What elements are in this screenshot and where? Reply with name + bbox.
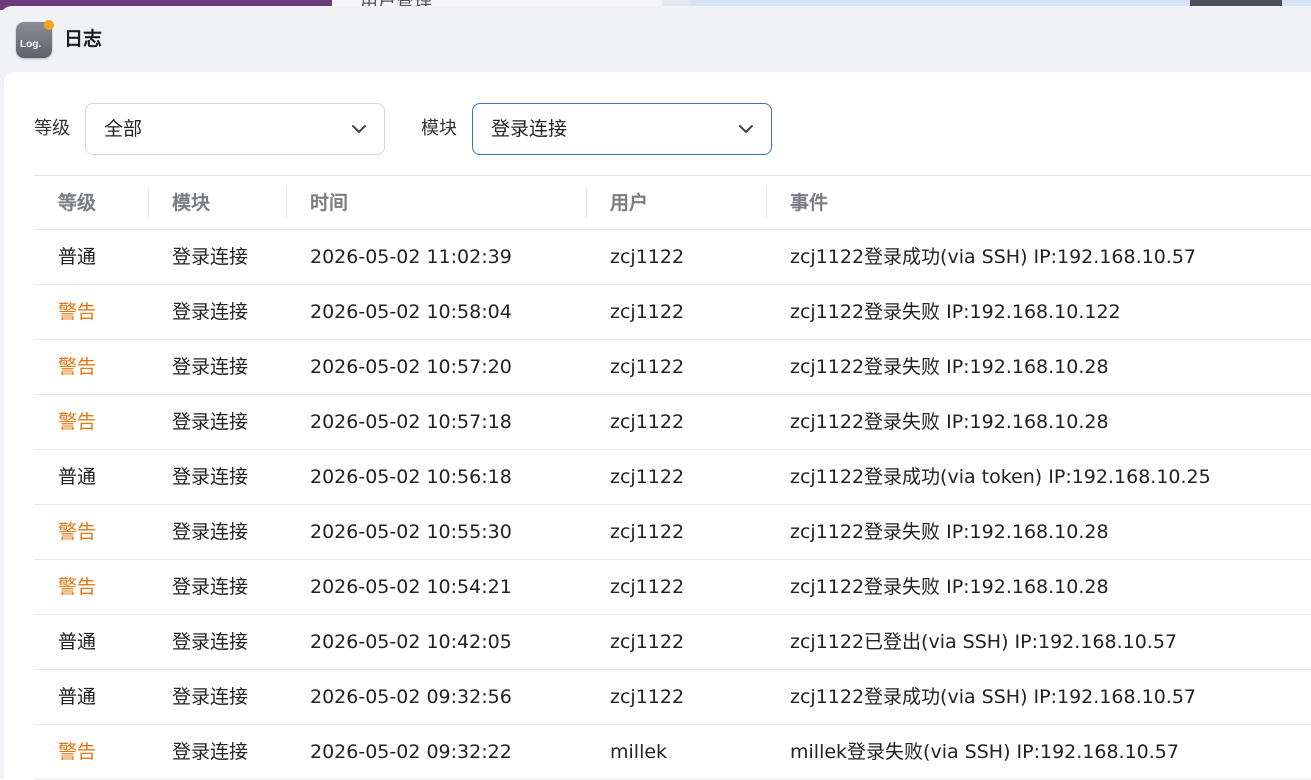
level-filter-label: 等级 [34, 118, 70, 139]
chevron-down-icon [739, 125, 753, 133]
row-module: 登录连接 [172, 246, 249, 268]
header-level[interactable]: 等级 [58, 176, 96, 230]
row-module: 登录连接 [172, 686, 249, 708]
row-time: 2026-05-02 09:32:22 [310, 741, 512, 763]
row-event: zcj1122登录失败 IP:192.168.10.28 [790, 576, 1109, 598]
column-divider[interactable] [148, 188, 149, 218]
table-header: 等级 模块 时间 用户 事件 [34, 175, 1311, 230]
row-event: zcj1122登录成功(via SSH) IP:192.168.10.57 [790, 246, 1196, 268]
column-divider[interactable] [286, 188, 287, 218]
row-user: zcj1122 [610, 521, 685, 543]
header-time[interactable]: 时间 [310, 176, 348, 230]
row-time: 2026-05-02 10:57:20 [310, 356, 512, 378]
table-row[interactable]: 警告 登录连接 2026-05-02 10:57:18 zcj1122 zcj1122登… [34, 395, 1311, 450]
row-user: zcj1122 [610, 356, 685, 378]
row-time: 2026-05-02 10:55:30 [310, 521, 512, 543]
log-table: 等级 模块 时间 用户 事件 普通 登录连接 2026-05-02 11:02:39… [34, 175, 1311, 780]
module-filter-select[interactable]: 登录连接 [472, 103, 772, 155]
level-filter-value: 全部 [104, 118, 143, 140]
row-event: zcj1122登录失败 IP:192.168.10.122 [790, 301, 1121, 323]
module-filter-label: 模块 [421, 118, 457, 139]
row-event: zcj1122登录成功(via SSH) IP:192.168.10.57 [790, 686, 1196, 708]
table-row[interactable]: 普通 登录连接 2026-05-02 10:42:05 zcj1122 zcj1122已… [34, 615, 1311, 670]
header-user[interactable]: 用户 [610, 176, 648, 230]
row-time: 2026-05-02 10:42:05 [310, 631, 512, 653]
row-module: 登录连接 [172, 411, 249, 433]
log-icon-text: Log. [20, 39, 42, 50]
row-module: 登录连接 [172, 741, 249, 763]
row-time: 2026-05-02 10:54:21 [310, 576, 512, 598]
row-user: zcj1122 [610, 576, 685, 598]
level-filter-select[interactable]: 全部 [85, 103, 385, 155]
row-module: 登录连接 [172, 466, 249, 488]
row-user: zcj1122 [610, 246, 685, 268]
window-titlebar[interactable]: Log. 日志 [0, 6, 1311, 72]
row-user: zcj1122 [610, 466, 685, 488]
header-event[interactable]: 事件 [790, 176, 828, 230]
row-module: 登录连接 [172, 521, 249, 543]
row-event: millek登录失败(via SSH) IP:192.168.10.57 [790, 741, 1179, 763]
row-event: zcj1122登录成功(via token) IP:192.168.10.25 [790, 466, 1211, 488]
row-module: 登录连接 [172, 301, 249, 323]
row-level: 普通 [58, 246, 97, 268]
table-body: 普通 登录连接 2026-05-02 11:02:39 zcj1122 zcj1122登… [34, 230, 1311, 780]
notification-dot-icon [44, 20, 54, 30]
table-row[interactable]: 警告 登录连接 2026-05-02 10:55:30 zcj1122 zcj1122登… [34, 505, 1311, 560]
row-level: 普通 [58, 631, 97, 653]
row-level: 警告 [58, 521, 97, 543]
table-row[interactable]: 警告 登录连接 2026-05-02 09:32:22 millek millek登录失… [34, 725, 1311, 780]
row-event: zcj1122已登出(via SSH) IP:192.168.10.57 [790, 631, 1177, 653]
header-module[interactable]: 模块 [172, 176, 210, 230]
log-content-panel: 等级 全部 模块 登录连接 等级 模块 时间 用户 事件 普通 登录连接 202… [4, 72, 1311, 780]
row-event: zcj1122登录失败 IP:192.168.10.28 [790, 521, 1109, 543]
log-app-icon: Log. [16, 20, 54, 58]
chevron-down-icon [352, 125, 366, 133]
row-time: 2026-05-02 10:57:18 [310, 411, 512, 433]
row-level: 普通 [58, 686, 97, 708]
row-level: 警告 [58, 301, 97, 323]
log-window: Log. 日志 等级 全部 模块 登录连接 等级 模块 时间 用户 事件 普通 … [0, 6, 1311, 780]
row-user: millek [610, 741, 668, 763]
module-filter-value: 登录连接 [491, 118, 568, 140]
row-module: 登录连接 [172, 576, 249, 598]
row-module: 登录连接 [172, 631, 249, 653]
row-time: 2026-05-02 09:32:56 [310, 686, 512, 708]
row-level: 警告 [58, 356, 97, 378]
table-row[interactable]: 警告 登录连接 2026-05-02 10:54:21 zcj1122 zcj1122登… [34, 560, 1311, 615]
window-title: 日志 [64, 28, 103, 50]
row-level: 警告 [58, 576, 97, 598]
table-row[interactable]: 警告 登录连接 2026-05-02 10:57:20 zcj1122 zcj1122登… [34, 340, 1311, 395]
row-time: 2026-05-02 10:56:18 [310, 466, 512, 488]
row-level: 警告 [58, 741, 97, 763]
row-time: 2026-05-02 11:02:39 [310, 246, 512, 268]
row-event: zcj1122登录失败 IP:192.168.10.28 [790, 411, 1109, 433]
table-row[interactable]: 普通 登录连接 2026-05-02 10:56:18 zcj1122 zcj1122登… [34, 450, 1311, 505]
row-time: 2026-05-02 10:58:04 [310, 301, 512, 323]
table-row[interactable]: 普通 登录连接 2026-05-02 09:32:56 zcj1122 zcj1122登… [34, 670, 1311, 725]
row-user: zcj1122 [610, 686, 685, 708]
row-user: zcj1122 [610, 411, 685, 433]
table-row[interactable]: 普通 登录连接 2026-05-02 11:02:39 zcj1122 zcj1122登… [34, 230, 1311, 285]
row-module: 登录连接 [172, 356, 249, 378]
row-user: zcj1122 [610, 301, 685, 323]
row-event: zcj1122登录失败 IP:192.168.10.28 [790, 356, 1109, 378]
row-level: 警告 [58, 411, 97, 433]
row-user: zcj1122 [610, 631, 685, 653]
column-divider[interactable] [766, 188, 767, 218]
table-row[interactable]: 警告 登录连接 2026-05-02 10:58:04 zcj1122 zcj1122登… [34, 285, 1311, 340]
column-divider[interactable] [586, 188, 587, 218]
row-level: 普通 [58, 466, 97, 488]
